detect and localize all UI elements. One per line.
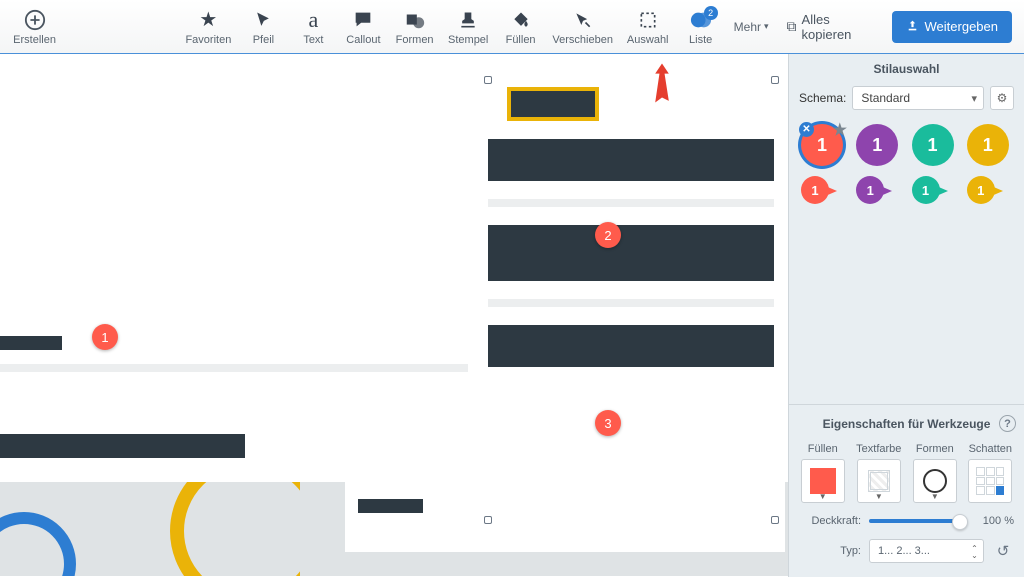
content-block <box>0 434 245 458</box>
style-swatch[interactable]: 1 <box>967 124 1009 166</box>
decorative-arcs <box>0 482 300 576</box>
text-icon: a <box>309 8 319 32</box>
opacity-label: Deckkraft: <box>799 515 861 527</box>
cursor-arrow-icon <box>253 8 273 32</box>
content-block <box>488 225 774 281</box>
opacity-value: 100 % <box>970 515 1014 527</box>
favorites-button[interactable]: ★ Favoriten <box>178 0 238 53</box>
content-card <box>345 482 785 552</box>
callout-swatch[interactable]: 1 <box>912 176 954 204</box>
stamp-icon <box>458 8 478 32</box>
text-tool-button[interactable]: a Text <box>288 0 338 53</box>
step-badge-1[interactable]: 1 <box>92 324 118 350</box>
selection-handle[interactable] <box>484 76 492 84</box>
selection-handle[interactable] <box>771 516 779 524</box>
canvas-workspace[interactable]: 1 2 3 <box>0 54 788 577</box>
callout-swatch-row: 1111 <box>789 170 1024 218</box>
shapes-tool-button[interactable]: Formen <box>388 0 440 53</box>
fill-tool-button[interactable]: Füllen <box>496 0 546 53</box>
schema-settings-button[interactable]: ⚙ <box>990 86 1014 110</box>
type-label: Typ: <box>799 545 861 557</box>
schema-select[interactable]: Standard <box>852 86 984 110</box>
chevron-down-icon: ▼ <box>875 492 883 501</box>
chevron-down-icon: ▼ <box>931 492 939 501</box>
content-block <box>0 336 62 350</box>
plus-circle-icon <box>24 8 46 32</box>
properties-sidepanel: Stilauswahl Schema: Standard ⚙ 1✕★111 11… <box>788 54 1024 577</box>
content-block <box>0 88 300 124</box>
star-icon: ★ <box>833 120 847 140</box>
paint-bucket-icon <box>511 8 531 32</box>
content-column <box>488 79 774 385</box>
star-icon: ★ <box>199 8 217 32</box>
graduation-laptop-icon <box>272 104 447 269</box>
canvas[interactable]: 1 2 3 <box>0 54 788 577</box>
callout-swatch[interactable]: 1 <box>856 176 898 204</box>
text-color-picker[interactable]: ▼ <box>857 459 901 503</box>
schema-label: Schema: <box>799 91 846 105</box>
selection-handle[interactable] <box>771 76 779 84</box>
step-badge-3[interactable]: 3 <box>595 410 621 436</box>
content-block <box>488 139 774 181</box>
toolbar: Erstellen ★ Favoriten Pfeil a Text Callo… <box>0 0 1024 54</box>
tool-props-title: Eigenschaften für Werkzeuge ? <box>789 409 1024 437</box>
styles-title: Stilauswahl <box>789 54 1024 82</box>
style-swatch[interactable]: 1✕★ <box>801 124 843 166</box>
marquee-icon <box>638 8 658 32</box>
type-select[interactable]: 1... 2... 3... <box>869 539 984 563</box>
style-swatch[interactable]: 1 <box>912 124 954 166</box>
help-button[interactable]: ? <box>999 415 1016 432</box>
share-button[interactable]: Weitergeben <box>892 11 1012 43</box>
shadow-picker[interactable] <box>968 459 1012 503</box>
upload-icon <box>906 19 919 35</box>
reset-button[interactable]: ↺ <box>992 540 1014 562</box>
create-button[interactable]: Erstellen <box>6 0 63 53</box>
opacity-slider[interactable] <box>869 519 962 523</box>
copy-icon: ⧉ <box>787 18 797 35</box>
callout-swatch[interactable]: 1 <box>967 176 1009 204</box>
gear-icon: ⚙ <box>997 91 1008 105</box>
shape-picker[interactable]: ▼ <box>913 459 957 503</box>
style-swatch[interactable]: 1 <box>856 124 898 166</box>
list-tool-button[interactable]: 2 Liste <box>676 0 726 53</box>
undo-icon: ↺ <box>997 542 1010 560</box>
content-block <box>488 325 774 367</box>
move-cursor-icon <box>573 8 593 32</box>
more-menu[interactable]: Mehr ▾ <box>726 0 777 53</box>
remove-icon[interactable]: ✕ <box>799 122 814 137</box>
shapes-icon <box>404 8 426 32</box>
tool-property-row: Füllen ▼ Textfarbe ▼ Formen ▼ Schatten <box>789 437 1024 505</box>
chevron-down-icon: ▼ <box>819 492 827 501</box>
arrow-tool-button[interactable]: Pfeil <box>238 0 288 53</box>
stamp-tool-button[interactable]: Stempel <box>441 0 496 53</box>
move-tool-button[interactable]: Verschieben <box>546 0 620 53</box>
content-block <box>358 499 423 513</box>
content-divider <box>0 364 468 372</box>
list-badge-icon: 2 <box>690 8 712 32</box>
chevron-down-icon: ▾ <box>764 21 769 32</box>
copy-all-button[interactable]: ⧉ Alles kopieren <box>777 6 884 48</box>
select-tool-button[interactable]: Auswahl <box>620 0 676 53</box>
list-badge-count: 2 <box>704 6 718 20</box>
selection-handle[interactable] <box>484 516 492 524</box>
step-badge-2[interactable]: 2 <box>595 222 621 248</box>
callout-tool-button[interactable]: Callout <box>338 0 388 53</box>
fill-color-picker[interactable]: ▼ <box>801 459 845 503</box>
speech-bubble-icon <box>352 8 374 32</box>
callout-swatch[interactable]: 1 <box>801 176 843 204</box>
style-swatch-grid: 1✕★111 <box>789 114 1024 170</box>
